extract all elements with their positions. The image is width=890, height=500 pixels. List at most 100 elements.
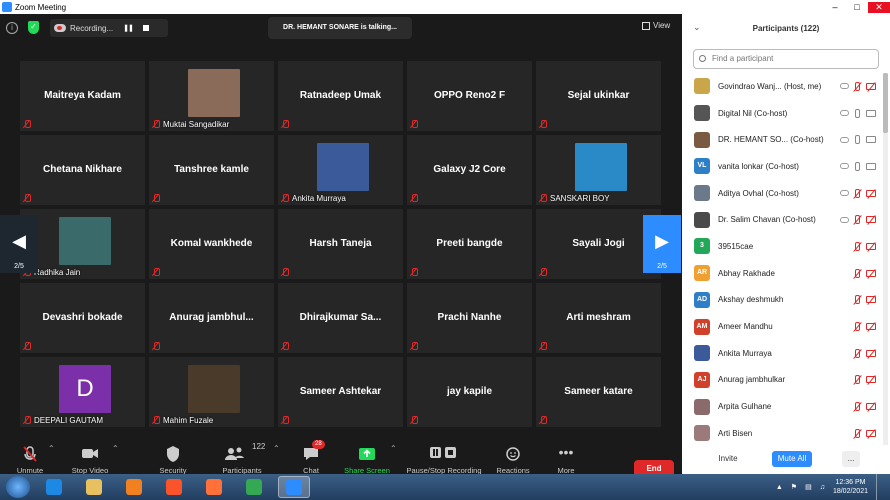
media-player-icon xyxy=(126,479,142,495)
tray-arrow-icon[interactable]: ▲ xyxy=(776,484,783,491)
participant-row[interactable]: Arpita Gulhane xyxy=(682,393,882,420)
video-tile[interactable]: D DEEPALI GAUTAM xyxy=(20,357,145,427)
microphone-muted-icon[interactable] xyxy=(855,348,860,358)
minimize-button[interactable]: – xyxy=(824,2,846,13)
brave-taskbar-button[interactable] xyxy=(158,476,190,498)
media-player-taskbar-button[interactable] xyxy=(118,476,150,498)
tile-name: Anurag jambhul... xyxy=(169,312,254,323)
encryption-shield-icon[interactable]: ✓ xyxy=(28,21,39,34)
tile-name: Prachi Nanhe xyxy=(437,312,502,323)
video-tile[interactable]: Sejal ukinkar xyxy=(536,61,661,131)
microphone-icon[interactable] xyxy=(855,108,860,118)
flag-icon[interactable]: ⚑ xyxy=(791,483,797,491)
invite-button[interactable]: Invite xyxy=(708,451,748,467)
microphone-icon[interactable] xyxy=(855,135,860,145)
start-button[interactable] xyxy=(6,476,30,498)
participant-row[interactable]: AR Abhay Rakhade xyxy=(682,260,882,287)
more-options-button[interactable]: ... xyxy=(842,451,860,467)
microphone-icon[interactable] xyxy=(855,161,860,171)
microphone-muted-icon[interactable] xyxy=(855,215,860,225)
participant-row[interactable]: Aditya Ovhal (Co-host) xyxy=(682,180,882,207)
microphone-muted-icon[interactable] xyxy=(855,375,860,385)
video-tile[interactable]: Ankita Murraya xyxy=(278,135,403,205)
network-icon[interactable]: ▤ xyxy=(805,483,812,491)
video-tile[interactable]: Sameer Ashtekar xyxy=(278,357,403,427)
video-options-caret-icon[interactable]: ⌃ xyxy=(112,444,119,453)
chat-button[interactable]: 28 Chat xyxy=(300,440,325,475)
video-tile[interactable]: Komal wankhede xyxy=(149,209,274,279)
reactions-button[interactable]: Reactions xyxy=(494,444,532,475)
participant-row[interactable]: Digital Nil (Co-host) xyxy=(682,100,882,127)
audio-options-caret-icon[interactable]: ⌃ xyxy=(48,444,55,453)
video-tile[interactable]: Galaxy J2 Core xyxy=(407,135,532,205)
video-tile[interactable]: Sameer katare xyxy=(536,357,661,427)
video-tile[interactable]: Maitreya Kadam xyxy=(20,61,145,131)
participant-row[interactable]: Dr. Salim Chavan (Co-host) xyxy=(682,206,882,233)
close-window-button[interactable]: ✕ xyxy=(868,1,890,13)
video-tile[interactable]: Devashri bokade xyxy=(20,283,145,353)
info-icon[interactable]: i xyxy=(6,22,18,34)
cloud-icon xyxy=(840,216,849,223)
video-tile[interactable]: jay kapile xyxy=(407,357,532,427)
video-tile[interactable]: Chetana Nikhare xyxy=(20,135,145,205)
mute-all-button[interactable]: Mute All xyxy=(772,451,812,467)
next-page-button[interactable]: ▶ 2/5 xyxy=(643,215,681,273)
microphone-muted-icon[interactable] xyxy=(855,402,860,412)
show-desktop-button[interactable] xyxy=(876,474,884,500)
pause-recording-icon[interactable]: ❚❚ xyxy=(123,24,134,32)
microphone-muted-icon[interactable] xyxy=(855,81,860,91)
security-button[interactable]: Security xyxy=(157,444,189,475)
participant-row[interactable]: Arti Bisen xyxy=(682,420,882,445)
maximize-button[interactable]: □ xyxy=(846,2,868,13)
video-tile[interactable]: Prachi Nanhe xyxy=(407,283,532,353)
share-options-caret-icon[interactable]: ⌃ xyxy=(390,444,397,453)
microphone-muted-icon[interactable] xyxy=(855,188,860,198)
volume-icon[interactable]: ♫ xyxy=(820,484,825,491)
video-tile[interactable]: Ratnadeep Umak xyxy=(278,61,403,131)
participant-row[interactable]: Ankita Murraya xyxy=(682,340,882,367)
participant-search-input[interactable]: Find a participant xyxy=(693,49,879,69)
participant-row[interactable]: VL vanita lonkar (Co-host) xyxy=(682,153,882,180)
participant-row[interactable]: AM Ameer Mandhu xyxy=(682,313,882,340)
folder-taskbar-button[interactable] xyxy=(78,476,110,498)
video-tile[interactable]: Anurag jambhul... xyxy=(149,283,274,353)
stop-video-button[interactable]: Stop Video xyxy=(70,444,110,475)
participants-button[interactable]: 122 Participants xyxy=(220,442,265,475)
microphone-muted-icon[interactable] xyxy=(855,428,860,438)
video-tile[interactable]: Tanshree kamle xyxy=(149,135,274,205)
participants-options-caret-icon[interactable]: ⌃ xyxy=(273,444,280,453)
microphone-muted-icon[interactable] xyxy=(855,295,860,305)
participant-row[interactable]: AJ Anurag jambhulkar xyxy=(682,367,882,394)
participant-row[interactable]: DR. HEMANT SO... (Co-host) xyxy=(682,126,882,153)
video-tile[interactable]: Muktai Sangadikar xyxy=(149,61,274,131)
participants-scrollbar[interactable] xyxy=(883,73,888,445)
share-screen-button[interactable]: Share Screen xyxy=(344,444,390,475)
microphone-muted-icon[interactable] xyxy=(855,322,860,332)
video-tile[interactable]: Radhika Jain xyxy=(20,209,145,279)
microphone-muted-icon[interactable] xyxy=(855,241,860,251)
more-button[interactable]: ••• More xyxy=(553,444,579,475)
microphone-muted-icon[interactable] xyxy=(855,268,860,278)
participant-row[interactable]: AD Akshay deshmukh xyxy=(682,287,882,314)
previous-page-button[interactable]: ◀ 2/5 xyxy=(0,215,38,273)
scrollbar-thumb[interactable] xyxy=(883,73,888,133)
view-button[interactable]: View xyxy=(642,21,670,30)
chrome-taskbar-button[interactable] xyxy=(238,476,270,498)
tile-name: Galaxy J2 Core xyxy=(433,164,506,175)
participant-row[interactable]: Govindrao Wanj... (Host, me) xyxy=(682,73,882,100)
pause-stop-recording-button[interactable]: Pause/Stop Recording xyxy=(404,444,484,475)
ie-taskbar-button[interactable] xyxy=(38,476,70,498)
video-tile[interactable]: Dhirajkumar Sa... xyxy=(278,283,403,353)
zoom-taskbar-button[interactable] xyxy=(278,476,310,498)
video-tile[interactable]: Arti meshram xyxy=(536,283,661,353)
video-tile[interactable]: Harsh Taneja xyxy=(278,209,403,279)
firefox-taskbar-button[interactable] xyxy=(198,476,230,498)
stop-recording-icon[interactable] xyxy=(142,25,149,31)
video-tile[interactable]: OPPO Reno2 F xyxy=(407,61,532,131)
participant-row[interactable]: 3 39515cae xyxy=(682,233,882,260)
unmute-button[interactable]: Unmute xyxy=(14,444,46,475)
video-tile[interactable]: Preeti bangde xyxy=(407,209,532,279)
clock[interactable]: 12:36 PM 18/02/2021 xyxy=(833,478,868,496)
video-tile[interactable]: Mahim Fuzale xyxy=(149,357,274,427)
video-tile[interactable]: SANSKARI BOY xyxy=(536,135,661,205)
